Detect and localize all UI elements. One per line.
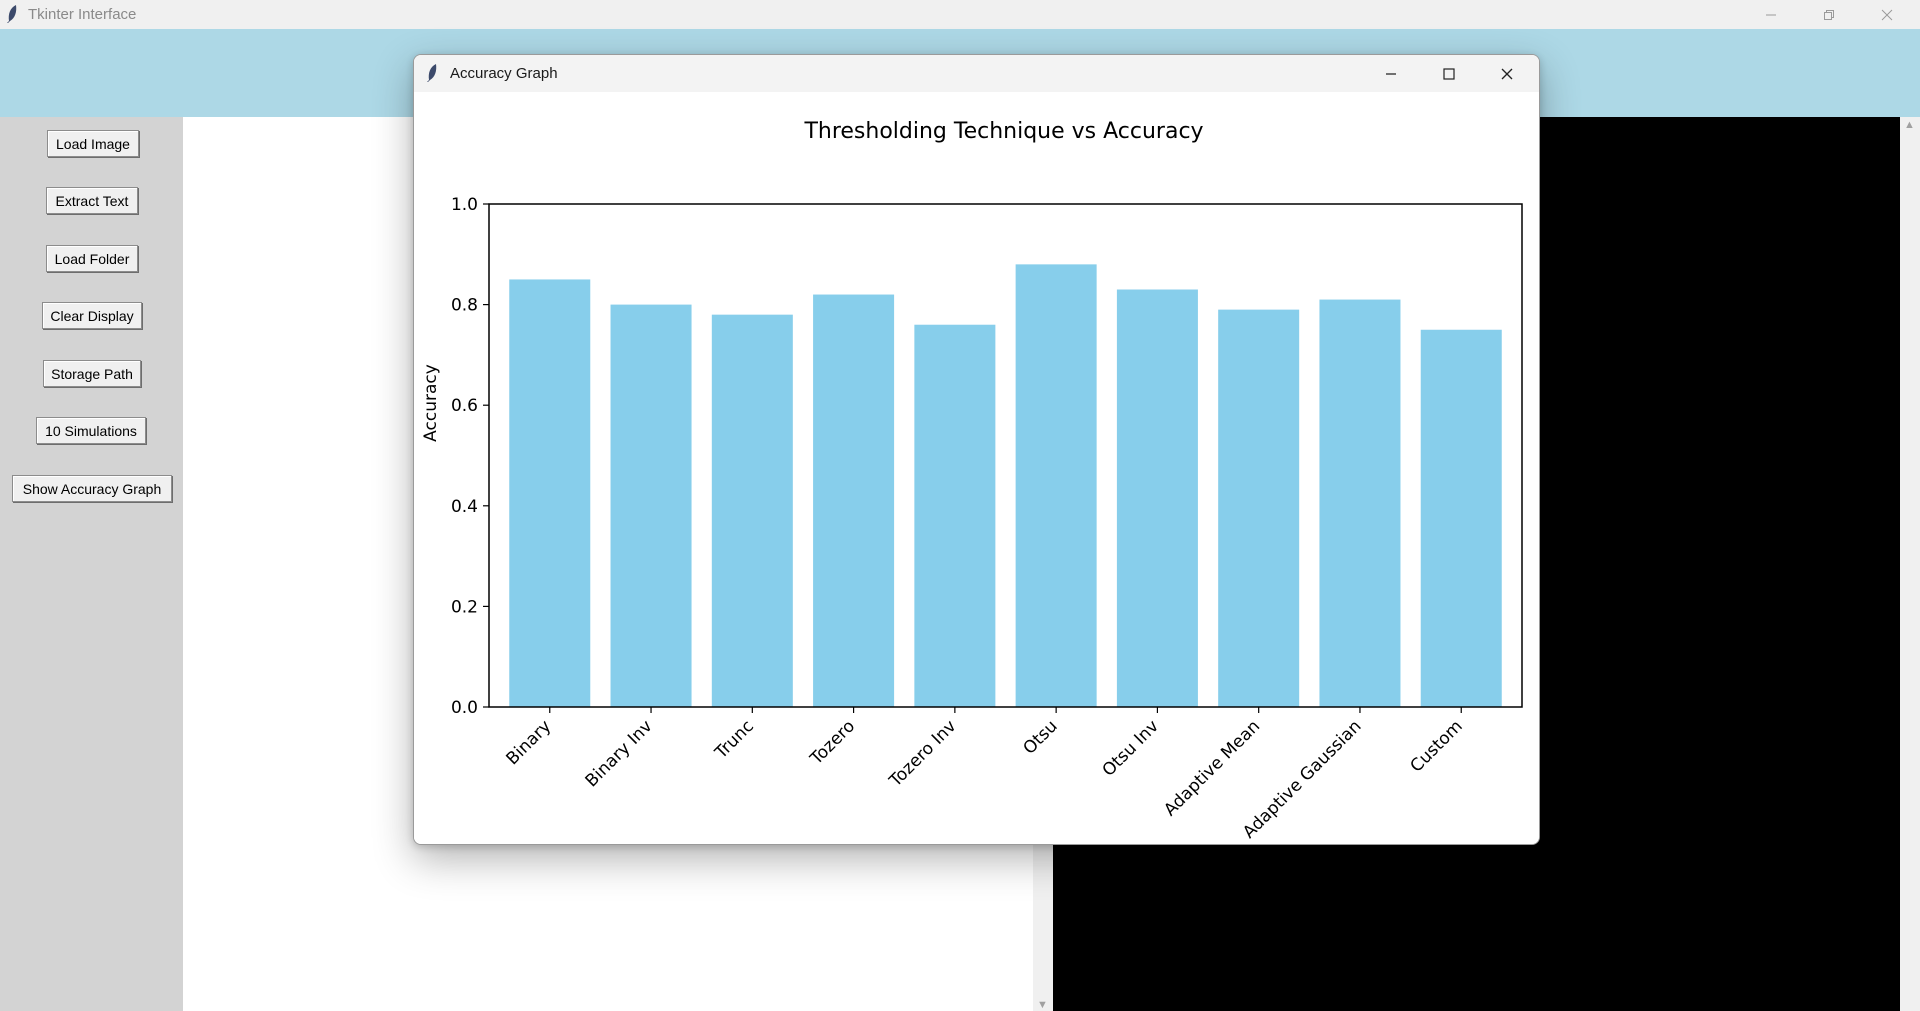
y-axis-label: Accuracy: [421, 364, 441, 442]
bar-binary-inv: [610, 304, 692, 707]
restore-button[interactable]: [1800, 0, 1858, 29]
bar-tozero: [813, 294, 895, 707]
tk-feather-icon: [427, 64, 437, 82]
bars-group: [509, 264, 1502, 707]
y-tick-label: 0.8: [451, 296, 478, 316]
clear-display-button[interactable]: Clear Display: [42, 302, 142, 329]
bar-custom: [1420, 329, 1502, 707]
close-icon: [1501, 68, 1513, 79]
load-folder-button[interactable]: Load Folder: [46, 245, 138, 272]
x-tick-label: Trunc: [711, 716, 758, 763]
bar-binary: [509, 279, 591, 707]
y-tick-label: 0.6: [451, 396, 478, 416]
y-tick-label: 0.0: [451, 698, 478, 718]
close-button[interactable]: [1858, 0, 1916, 29]
popup-titlebar: Accuracy Graph: [414, 55, 1539, 92]
bar-adaptive-mean: [1218, 309, 1300, 707]
x-tick-label: Otsu Inv: [1099, 716, 1163, 780]
x-tick-label: Custom: [1407, 716, 1467, 776]
scroll-down-arrow-icon[interactable]: ▼: [1037, 999, 1048, 1011]
chart-area: Thresholding Technique vs Accuracy Accur…: [414, 92, 1539, 844]
main-titlebar: Tkinter Interface: [0, 0, 1920, 29]
x-tick-label: Binary Inv: [582, 716, 657, 791]
popup-maximize-button[interactable]: [1420, 55, 1478, 92]
window-title: Tkinter Interface: [28, 6, 137, 23]
accuracy-bar-chart: Thresholding Technique vs Accuracy Accur…: [421, 119, 1523, 843]
minimize-icon: [1386, 72, 1396, 75]
y-axis: 0.0 0.2 0.4 0.6 0.8 1.0: [451, 195, 489, 718]
ten-simulations-button[interactable]: 10 Simulations: [36, 417, 146, 444]
popup-minimize-button[interactable]: [1362, 55, 1420, 92]
x-tick-label: Tozero: [806, 716, 859, 769]
bar-otsu-inv: [1116, 289, 1198, 707]
y-tick-label: 0.4: [451, 497, 478, 517]
y-tick-label: 0.2: [451, 597, 478, 617]
popup-close-button[interactable]: [1478, 55, 1536, 92]
x-tick-label: Adaptive Mean: [1160, 716, 1264, 820]
x-axis: Binary Binary Inv Trunc Tozero Tozero Inv Ots…: [503, 707, 1467, 843]
minimize-icon: [1766, 14, 1776, 15]
bar-tozero-inv: [914, 324, 996, 707]
x-tick-label: Binary: [503, 716, 556, 769]
chart-title: Thresholding Technique vs Accuracy: [803, 119, 1203, 144]
restore-icon: [1824, 9, 1834, 20]
tk-feather-icon: [7, 5, 17, 23]
show-accuracy-graph-button[interactable]: Show Accuracy Graph: [12, 475, 172, 502]
image-display-scrollbar[interactable]: ▲: [1900, 117, 1920, 1011]
sidebar: Load Image Extract Text Load Folder Clea…: [0, 117, 183, 1011]
accuracy-graph-window: Accuracy Graph Thresholding Technique vs…: [413, 54, 1540, 845]
minimize-button[interactable]: [1742, 0, 1800, 29]
close-icon: [1881, 9, 1893, 20]
bar-trunc: [711, 314, 793, 707]
bar-otsu: [1015, 264, 1097, 707]
storage-path-button[interactable]: Storage Path: [43, 360, 141, 387]
extract-text-button[interactable]: Extract Text: [46, 187, 138, 214]
x-tick-label: Otsu: [1019, 716, 1061, 758]
scroll-up-arrow-icon[interactable]: ▲: [1904, 119, 1915, 131]
y-tick-label: 1.0: [451, 195, 478, 215]
popup-title: Accuracy Graph: [450, 65, 558, 82]
x-tick-label: Tozero Inv: [885, 716, 960, 791]
maximize-icon: [1443, 67, 1455, 80]
bar-adaptive-gaussian: [1319, 299, 1401, 707]
load-image-button[interactable]: Load Image: [47, 130, 139, 157]
